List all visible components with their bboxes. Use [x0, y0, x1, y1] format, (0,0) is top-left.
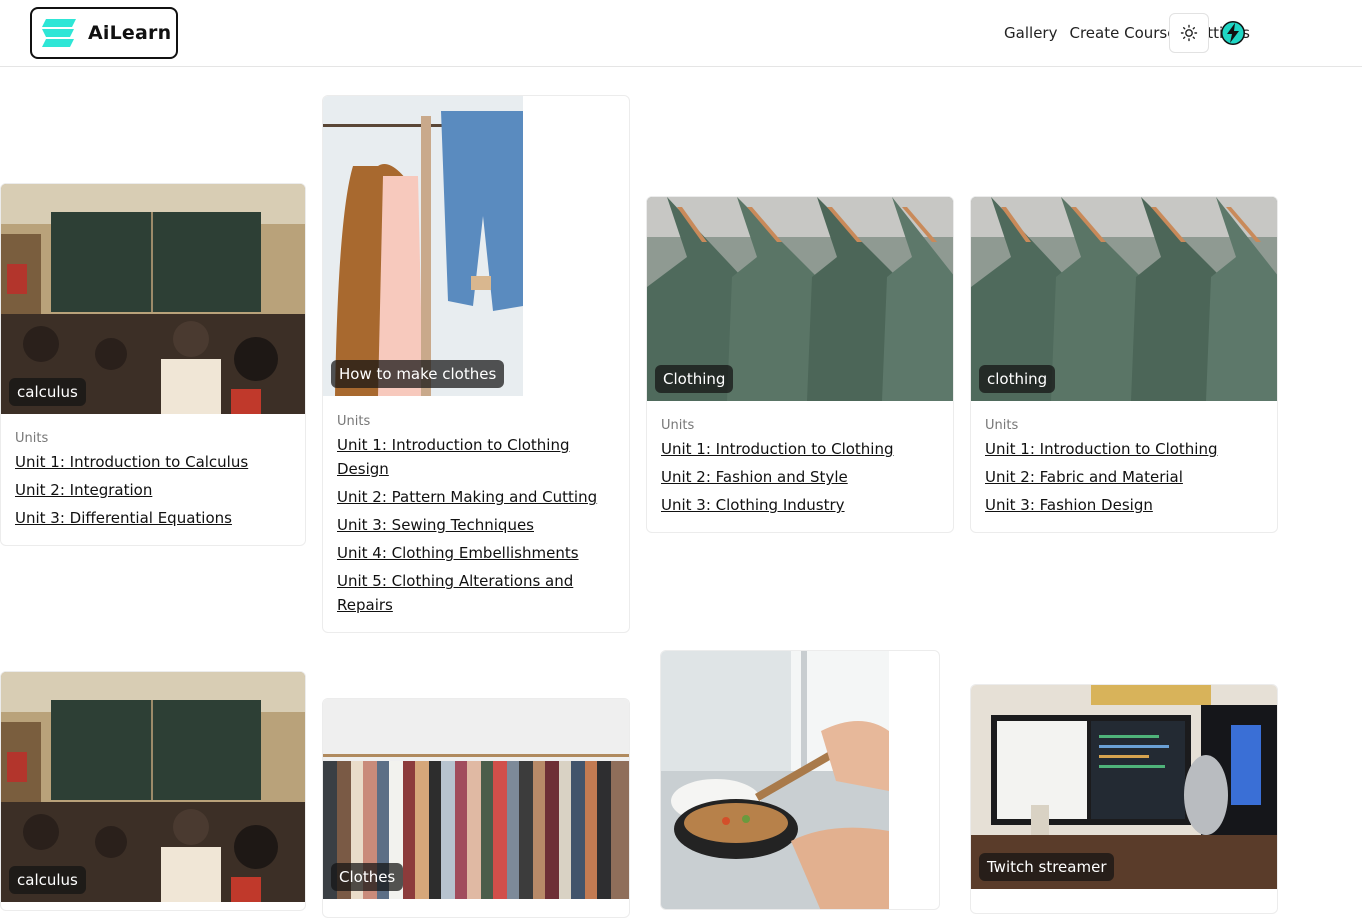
course-card-clothes[interactable]: Clothes	[322, 698, 630, 918]
course-image: calculus	[1, 672, 305, 902]
course-image: clothing	[971, 197, 1277, 401]
course-title-tag: How to make clothes	[331, 360, 505, 388]
unit-link[interactable]: Unit 2: Pattern Making and Cutting	[337, 485, 615, 509]
unit-link[interactable]: Unit 3: Clothing Industry	[661, 493, 939, 517]
units-label: Units	[985, 418, 1019, 433]
course-image: Clothes	[323, 699, 629, 899]
course-card-how-to-make-clothes[interactable]: How to make clothes Units Unit 1: Introd…	[322, 95, 630, 633]
units-label: Units	[15, 431, 49, 446]
lightning-icon	[1221, 21, 1245, 45]
course-card-twitch-streamer[interactable]: Twitch streamer	[970, 684, 1278, 914]
top-navbar: AiLearn Gallery Create Course Settings	[0, 0, 1362, 67]
unit-link[interactable]: Unit 2: Fashion and Style	[661, 465, 939, 489]
course-card-calculus[interactable]: calculus Units Unit 1: Introduction to C…	[0, 183, 306, 546]
nav-gallery[interactable]: Gallery	[1004, 24, 1057, 42]
course-title-tag: Twitch streamer	[979, 853, 1115, 881]
unit-link[interactable]: Unit 1: Introduction to Calculus	[15, 450, 291, 474]
unit-link[interactable]: Unit 4: Clothing Embellishments	[337, 541, 615, 565]
course-card-clothing-2[interactable]: clothing Units Unit 1: Introduction to C…	[970, 196, 1278, 533]
course-image: How to make clothes	[323, 96, 523, 396]
brand-name: AiLearn	[88, 22, 172, 44]
course-title-tag: clothing	[979, 365, 1056, 393]
nav-create-course[interactable]: Create Course	[1069, 24, 1176, 42]
course-title-tag: Clothes	[331, 863, 404, 891]
unit-link[interactable]: Unit 2: Fabric and Material	[985, 465, 1263, 489]
course-title-tag: calculus	[9, 378, 86, 406]
course-title-tag: Clothing	[655, 365, 734, 393]
profile-avatar-button[interactable]	[1220, 20, 1246, 46]
unit-link[interactable]: Unit 2: Integration	[15, 478, 291, 502]
unit-link[interactable]: Unit 3: Differential Equations	[15, 506, 291, 530]
unit-link[interactable]: Unit 1: Introduction to Clothing Design	[337, 433, 615, 481]
course-card-calculus-2[interactable]: calculus	[0, 671, 306, 911]
units-label: Units	[661, 418, 695, 433]
sun-icon	[1180, 24, 1198, 42]
units-label: Units	[337, 414, 371, 429]
course-title-tag: calculus	[9, 866, 86, 894]
course-image	[661, 651, 889, 909]
logo-icon	[42, 19, 76, 47]
course-card-cooking[interactable]	[660, 650, 940, 910]
course-card-clothing[interactable]: Clothing Units Unit 1: Introduction to C…	[646, 196, 954, 533]
unit-link[interactable]: Unit 1: Introduction to Clothing	[661, 437, 939, 461]
nav-links: Gallery Create Course Settings	[992, 14, 1250, 52]
brand-logo[interactable]: AiLearn	[30, 7, 178, 59]
course-image: Twitch streamer	[971, 685, 1277, 889]
theme-toggle-button[interactable]	[1169, 13, 1209, 53]
unit-link[interactable]: Unit 3: Fashion Design	[985, 493, 1263, 517]
course-image: Clothing	[647, 197, 953, 401]
course-image: calculus	[1, 184, 305, 414]
unit-link[interactable]: Unit 5: Clothing Alterations and Repairs	[337, 569, 615, 617]
unit-link[interactable]: Unit 1: Introduction to Clothing	[985, 437, 1263, 461]
unit-link[interactable]: Unit 3: Sewing Techniques	[337, 513, 615, 537]
